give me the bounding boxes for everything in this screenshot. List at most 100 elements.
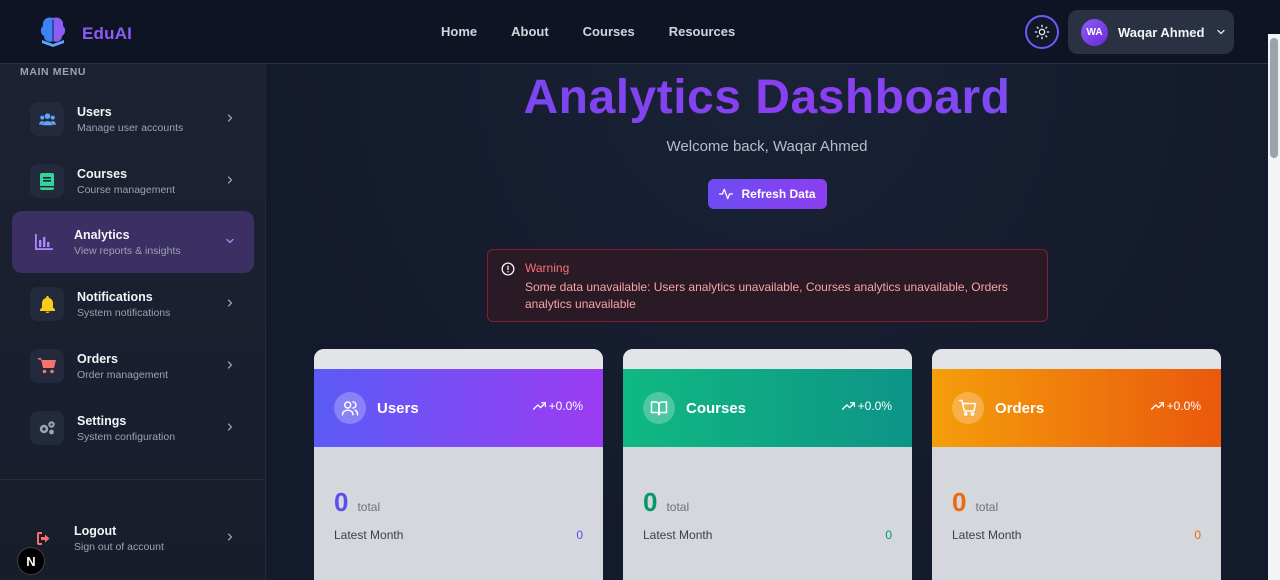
alert-circle-icon <box>501 262 515 276</box>
card-body: 0 total Latest Month 0 <box>932 447 1221 542</box>
bell-icon <box>30 287 64 321</box>
nextjs-dev-badge[interactable]: N <box>17 547 45 575</box>
card-change-value: +0.0% <box>548 399 583 413</box>
card-title: Courses <box>686 399 747 417</box>
sun-icon <box>1034 24 1050 40</box>
card-month-label: Latest Month <box>952 528 1022 542</box>
top-navbar: EduAI Home About Courses Resources WA Wa… <box>0 0 1280 64</box>
nav-courses[interactable]: Courses <box>583 24 635 39</box>
brain-logo-icon <box>38 14 68 53</box>
card-month-value: 0 <box>885 528 892 542</box>
card-top-strip <box>623 349 912 369</box>
nav-resources[interactable]: Resources <box>669 24 735 39</box>
welcome-message: Welcome back, Waqar Ahmed <box>666 138 868 155</box>
sidebar-item-label: Notifications <box>77 289 153 304</box>
gears-icon <box>30 411 64 445</box>
card-total-value: 0 <box>643 487 658 517</box>
nav-about[interactable]: About <box>511 24 549 39</box>
chevron-right-icon <box>227 299 233 307</box>
sidebar-item-label: Users <box>77 104 112 119</box>
card-title: Users <box>377 399 419 417</box>
refresh-data-label: Refresh Data <box>741 187 816 201</box>
card-header: Courses +0.0% <box>623 369 912 447</box>
logout-subtitle: Sign out of account <box>74 540 164 553</box>
sidebar-item-subtitle: View reports & insights <box>74 244 181 257</box>
trending-up-icon <box>532 402 546 410</box>
trending-up-icon <box>841 402 855 410</box>
warning-title: Warning <box>525 261 570 275</box>
sidebar-divider <box>0 479 266 480</box>
sidebar-item-subtitle: System notifications <box>77 306 171 319</box>
sidebar: MAIN MENU Users Manage user accounts Cou… <box>0 64 266 580</box>
theme-toggle-button[interactable] <box>1025 15 1059 49</box>
users-outline-icon <box>334 392 366 424</box>
chevron-down-icon <box>226 238 234 244</box>
page-scrollbar[interactable] <box>1268 34 1280 580</box>
sidebar-item-subtitle: Manage user accounts <box>77 121 184 134</box>
cart-icon <box>30 349 64 383</box>
chevron-right-icon <box>227 114 233 122</box>
card-body: 0 total Latest Month 0 <box>623 447 912 542</box>
brand[interactable]: EduAI <box>38 14 132 53</box>
card-title: Orders <box>995 399 1045 417</box>
courses-stat-card: Courses +0.0% 0 total Latest Month 0 <box>623 349 912 580</box>
page-title: Analytics Dashboard <box>266 70 1268 125</box>
sidebar-item-subtitle: Course management <box>77 183 176 196</box>
sidebar-item-users[interactable]: Users Manage user accounts <box>12 88 254 150</box>
card-total-label: total <box>357 500 381 514</box>
warning-message: Some data unavailable: Users analytics u… <box>525 280 1008 311</box>
users-stat-card: Users +0.0% 0 total Latest Month 0 <box>314 349 603 580</box>
sidebar-item-label: Settings <box>77 413 127 428</box>
refresh-data-button[interactable]: Refresh Data <box>708 179 827 209</box>
card-change: +0.0% <box>841 399 892 413</box>
sidebar-item-notifications[interactable]: Notifications System notifications <box>12 273 254 335</box>
card-body: 0 total Latest Month 0 <box>314 447 603 542</box>
users-icon <box>30 102 64 136</box>
card-total-value: 0 <box>952 487 967 517</box>
cart-outline-icon <box>952 392 984 424</box>
user-menu-button[interactable]: WA Waqar Ahmed <box>1068 10 1234 54</box>
sidebar-item-orders[interactable]: Orders Order management <box>12 335 254 397</box>
warning-alert: Warning Some data unavailable: Users ana… <box>487 249 1048 322</box>
nav-home[interactable]: Home <box>441 24 477 39</box>
card-top-strip <box>314 349 603 369</box>
card-total-value: 0 <box>334 487 349 517</box>
card-change-value: +0.0% <box>857 399 892 413</box>
user-name: Waqar Ahmed <box>1118 24 1205 40</box>
main-content: Analytics Dashboard Welcome back, Waqar … <box>266 64 1268 580</box>
card-change: +0.0% <box>532 399 583 413</box>
scrollbar-thumb[interactable] <box>1270 38 1278 158</box>
book-open-icon <box>643 392 675 424</box>
card-header: Users +0.0% <box>314 369 603 447</box>
chevron-right-icon <box>227 176 233 184</box>
chevron-right-icon <box>227 423 233 431</box>
activity-icon <box>719 188 734 200</box>
chevron-right-icon <box>227 533 233 541</box>
card-month-label: Latest Month <box>643 528 713 542</box>
card-total-label: total <box>666 500 690 514</box>
card-month-value: 0 <box>576 528 583 542</box>
sidebar-item-courses[interactable]: Courses Course management <box>12 150 254 212</box>
avatar: WA <box>1081 18 1108 46</box>
card-header: Orders +0.0% <box>932 369 1221 447</box>
book-icon <box>30 164 64 198</box>
sidebar-item-analytics[interactable]: Analytics View reports & insights <box>12 211 254 273</box>
card-total-label: total <box>975 500 999 514</box>
sidebar-item-label: Analytics <box>74 227 130 242</box>
logout-label: Logout <box>74 523 117 538</box>
logout-button[interactable]: Logout Sign out of account <box>12 507 254 569</box>
chart-icon <box>27 225 61 259</box>
nav-links: Home About Courses Resources <box>441 24 769 39</box>
sidebar-item-label: Courses <box>77 166 128 181</box>
sidebar-item-settings[interactable]: Settings System configuration <box>12 397 254 459</box>
card-month-label: Latest Month <box>334 528 404 542</box>
card-change: +0.0% <box>1150 399 1201 413</box>
sidebar-title: MAIN MENU <box>20 66 87 78</box>
chevron-down-icon <box>1217 29 1226 35</box>
sidebar-item-subtitle: Order management <box>77 368 169 381</box>
card-top-strip <box>932 349 1221 369</box>
brand-name: EduAI <box>82 23 133 43</box>
sidebar-item-subtitle: System configuration <box>77 430 176 443</box>
chevron-right-icon <box>227 361 233 369</box>
card-month-value: 0 <box>1194 528 1201 542</box>
